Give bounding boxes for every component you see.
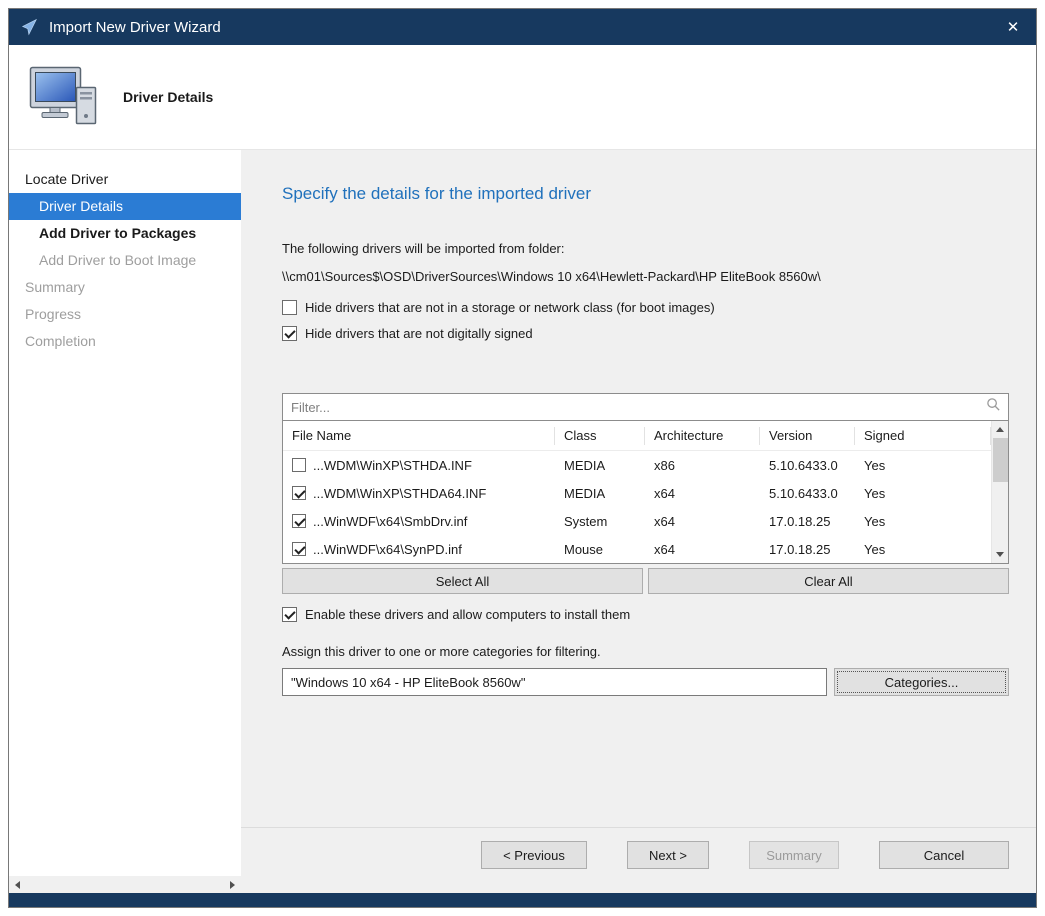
computer-icon xyxy=(29,66,99,128)
sidebar-item-progress[interactable]: Progress xyxy=(9,301,241,328)
folder-path: \\cm01\Sources$\OSD\DriverSources\Window… xyxy=(282,269,1009,284)
driver-row[interactable]: ...WDM\WinXP\STHDA.INF MEDIAx865.10.6433.… xyxy=(283,451,991,479)
category-row: Categories... xyxy=(282,668,1009,696)
signed-cell: Yes xyxy=(855,458,991,473)
page-title: Specify the details for the imported dri… xyxy=(282,184,1009,204)
sidebar: Locate DriverDriver DetailsAdd Driver to… xyxy=(9,150,241,893)
hide-storage-checkbox[interactable] xyxy=(282,300,297,315)
enable-drivers-label: Enable these drivers and allow computers… xyxy=(305,607,630,622)
wizard-body: Locate DriverDriver DetailsAdd Driver to… xyxy=(9,150,1036,893)
hide-unsigned-checkbox[interactable] xyxy=(282,326,297,341)
cancel-button[interactable]: Cancel xyxy=(879,841,1009,869)
signed-cell: Yes xyxy=(855,542,991,557)
arrow-right-icon xyxy=(230,881,235,889)
sidebar-item-add-driver-to-boot-image[interactable]: Add Driver to Boot Image xyxy=(9,247,241,274)
sidebar-nav: Locate DriverDriver DetailsAdd Driver to… xyxy=(9,150,241,876)
hide-unsigned-checkbox-row[interactable]: Hide drivers that are not digitally sign… xyxy=(282,326,1009,341)
next-button[interactable]: Next > xyxy=(627,841,709,869)
arrow-left-icon xyxy=(15,881,20,889)
wizard-footer: < Previous Next > Summary Cancel xyxy=(241,827,1036,893)
file-name-cell: ...WDM\WinXP\STHDA64.INF xyxy=(283,486,555,501)
driver-list-scrollbar[interactable] xyxy=(991,421,1008,563)
sidebar-item-locate-driver[interactable]: Locate Driver xyxy=(9,166,241,193)
close-button[interactable]: ✕ xyxy=(990,9,1036,45)
file-name: ...WinWDF\x64\SmbDrv.inf xyxy=(313,514,467,529)
sidebar-item-add-driver-to-packages[interactable]: Add Driver to Packages xyxy=(9,220,241,247)
clear-all-button[interactable]: Clear All xyxy=(648,568,1009,594)
signed-cell: Yes xyxy=(855,486,991,501)
filter-input[interactable] xyxy=(291,400,986,415)
arrow-down-icon xyxy=(996,552,1004,557)
scroll-right-button[interactable] xyxy=(224,876,241,893)
scrollbar-thumb[interactable] xyxy=(993,438,1008,482)
selection-buttons: Select All Clear All xyxy=(282,568,1009,594)
select-all-button[interactable]: Select All xyxy=(282,568,643,594)
wizard-icon xyxy=(21,18,39,36)
hide-storage-checkbox-row[interactable]: Hide drivers that are not in a storage o… xyxy=(282,300,1009,315)
search-icon xyxy=(986,397,1001,417)
signed-cell: Yes xyxy=(855,514,991,529)
column-header-class[interactable]: Class xyxy=(555,427,645,445)
version-cell: 5.10.6433.0 xyxy=(760,486,855,501)
folder-label: The following drivers will be imported f… xyxy=(282,241,1009,256)
sidebar-horizontal-scrollbar[interactable] xyxy=(9,876,241,893)
row-checkbox[interactable] xyxy=(292,542,306,556)
driver-row[interactable]: ...WDM\WinXP\STHDA64.INF MEDIAx645.10.643… xyxy=(283,479,991,507)
summary-button[interactable]: Summary xyxy=(749,841,839,869)
driver-row[interactable]: ...WinWDF\x64\SmbDrv.inf Systemx6417.0.18… xyxy=(283,507,991,535)
enable-drivers-checkbox[interactable] xyxy=(282,607,297,622)
window-title: Import New Driver Wizard xyxy=(49,19,221,36)
class-cell: MEDIA xyxy=(555,486,645,501)
scroll-up-button[interactable] xyxy=(992,421,1009,438)
assign-category-label: Assign this driver to one or more catego… xyxy=(282,644,1009,659)
sidebar-item-completion[interactable]: Completion xyxy=(9,328,241,355)
sidebar-item-driver-details[interactable]: Driver Details xyxy=(9,193,241,220)
class-cell: MEDIA xyxy=(555,458,645,473)
file-name: ...WDM\WinXP\STHDA.INF xyxy=(313,458,472,473)
scroll-left-button[interactable] xyxy=(9,876,26,893)
file-name: ...WDM\WinXP\STHDA64.INF xyxy=(313,486,486,501)
hide-unsigned-label: Hide drivers that are not digitally sign… xyxy=(305,326,533,341)
titlebar: Import New Driver Wizard ✕ xyxy=(9,9,1036,45)
driver-row[interactable]: ...WinWDF\x64\SynPD.inf Mousex6417.0.18.2… xyxy=(283,535,991,563)
categories-button[interactable]: Categories... xyxy=(834,668,1009,696)
scroll-down-button[interactable] xyxy=(992,546,1009,563)
category-input[interactable] xyxy=(282,668,827,696)
import-new-driver-wizard-window: Import New Driver Wizard ✕ xyxy=(8,8,1037,908)
class-cell: System xyxy=(555,514,645,529)
version-cell: 17.0.18.25 xyxy=(760,542,855,557)
wizard-step-title: Driver Details xyxy=(123,89,213,105)
driver-list: File Name Class Architecture Version Sig… xyxy=(282,420,1009,564)
arrow-up-icon xyxy=(996,427,1004,432)
content-pane: Specify the details for the imported dri… xyxy=(241,150,1036,893)
sidebar-item-summary[interactable]: Summary xyxy=(9,274,241,301)
version-cell: 17.0.18.25 xyxy=(760,514,855,529)
file-name-cell: ...WDM\WinXP\STHDA.INF xyxy=(283,458,555,473)
column-header-version[interactable]: Version xyxy=(760,427,855,445)
file-name-cell: ...WinWDF\x64\SmbDrv.inf xyxy=(283,514,555,529)
architecture-cell: x64 xyxy=(645,486,760,501)
architecture-cell: x64 xyxy=(645,542,760,557)
previous-button[interactable]: < Previous xyxy=(481,841,587,869)
filter-box xyxy=(282,393,1009,421)
driver-rows: ...WDM\WinXP\STHDA.INF MEDIAx865.10.6433.… xyxy=(283,451,991,563)
column-header-signed[interactable]: Signed xyxy=(855,427,991,445)
hide-storage-label: Hide drivers that are not in a storage o… xyxy=(305,300,715,315)
wizard-header: Driver Details xyxy=(9,45,1036,150)
row-checkbox[interactable] xyxy=(292,458,306,472)
file-name-cell: ...WinWDF\x64\SynPD.inf xyxy=(283,542,555,557)
version-cell: 5.10.6433.0 xyxy=(760,458,855,473)
column-header-file-name[interactable]: File Name xyxy=(283,427,555,445)
scrollbar-track[interactable] xyxy=(26,876,224,893)
row-checkbox[interactable] xyxy=(292,486,306,500)
bottom-accent-strip xyxy=(9,893,1036,907)
row-checkbox[interactable] xyxy=(292,514,306,528)
file-name: ...WinWDF\x64\SynPD.inf xyxy=(313,542,462,557)
architecture-cell: x86 xyxy=(645,458,760,473)
class-cell: Mouse xyxy=(555,542,645,557)
column-header-architecture[interactable]: Architecture xyxy=(645,427,760,445)
architecture-cell: x64 xyxy=(645,514,760,529)
driver-list-header[interactable]: File Name Class Architecture Version Sig… xyxy=(283,421,991,451)
enable-drivers-checkbox-row[interactable]: Enable these drivers and allow computers… xyxy=(282,607,1009,622)
